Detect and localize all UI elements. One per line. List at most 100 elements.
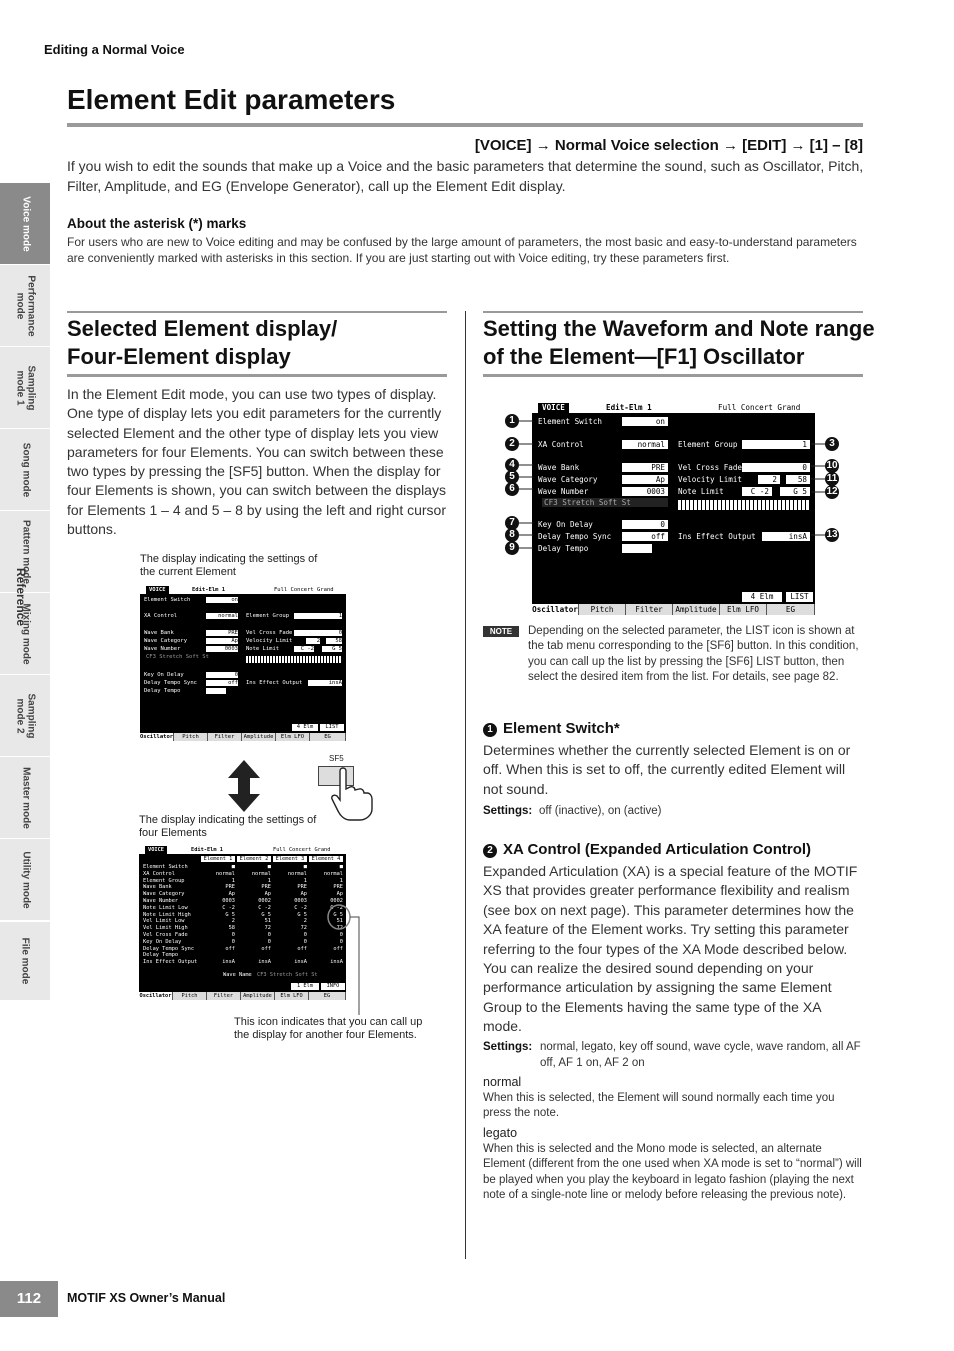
lcd-wave-name: CF3 Stretch Soft St [542, 498, 668, 507]
side-tab-label: Performance mode [15, 274, 37, 337]
page-number: 112 [0, 1281, 58, 1317]
lcd-f6-button: LIST [320, 724, 344, 731]
lcd-value: normal [622, 440, 668, 449]
caption-line: This icon indicates that you can call up [234, 1016, 423, 1028]
settings-xa-control: Settings: normal, legato, key off sound, … [483, 1039, 863, 1071]
callout-badge: 11 [825, 472, 839, 486]
side-tab-performance-mode[interactable]: Performance mode [0, 265, 50, 347]
lcd-label: Vel Cross Fade [678, 463, 743, 472]
lcd4-cell: 72 [300, 925, 307, 932]
lcd-tab: Amplitude [241, 992, 275, 1000]
lcd-keyboard-graphic [246, 656, 342, 663]
lcd-mode-label: VOICE [538, 403, 569, 413]
side-tab-sampling-mode-2[interactable]: Sampling mode 2 [0, 675, 50, 757]
lcd-value: C -2 [742, 487, 772, 496]
page-title: Element Edit parameters [67, 84, 396, 115]
lcd4-row-label: XA Control [143, 870, 175, 877]
lcd4-row-label: Vel Limit High [143, 925, 188, 932]
lcd-value: 1 [742, 440, 810, 449]
lcd-header: VOICE Edit-Elm 1 Full Concert Grand [532, 403, 815, 413]
section-title-line: Four-Element display [67, 344, 291, 369]
lcd4-row-label: Wave Category [143, 891, 185, 898]
lcd4-cell: ■ [339, 864, 343, 870]
caption-line: the display for another four Elements. [234, 1029, 417, 1041]
lcd4-cell: off [225, 945, 235, 952]
lcd-value: 58 [786, 475, 810, 484]
lcd-value: 0003 [622, 487, 668, 496]
side-tab-label: Sampling mode 1 [15, 364, 37, 411]
callout-badge: 6 [505, 482, 519, 496]
side-tab-file-mode[interactable]: File mode [0, 922, 50, 1000]
lcd-tab: Oscillator [140, 733, 174, 741]
side-tab-label: Song mode [20, 442, 32, 497]
lcd-voice-name: Full Concert Grand [718, 403, 801, 412]
lcd-tab: Elm LFO [720, 604, 767, 615]
lcd4-cell: PRE [333, 884, 343, 891]
lcd4-cell: 0 [303, 932, 307, 938]
reference-label: Reference [14, 567, 29, 627]
caption-line: The display indicating the settings of [140, 553, 318, 565]
lcd-tab-bar: Oscillator Pitch Filter Amplitude Elm LF… [139, 992, 346, 1000]
side-tab-voice-mode[interactable]: Voice mode [0, 183, 50, 265]
callout-badge: 12 [825, 485, 839, 499]
callout-leaders-left [519, 420, 533, 549]
lcd4-row-label: Delay Tempo Sync [143, 945, 195, 952]
lcd4-row-label: Vel Limit Low [143, 918, 185, 925]
lcd4-cell: insA [222, 959, 235, 966]
lcd4-row-label: Key On Delay [143, 938, 182, 945]
lcd-label: Element Switch [538, 417, 603, 426]
lcd-label: Velocity Limit [246, 638, 293, 644]
lcd-label: Wave Category [144, 638, 188, 644]
lcd4-cell: C -2 [222, 904, 235, 911]
note-icon: NOTE [483, 626, 519, 637]
lcd-value: off [622, 532, 668, 541]
lcd4-cell: 0 [231, 938, 235, 945]
lcd-label: Wave Number [538, 487, 589, 496]
lcd4-cell: PRE [297, 884, 307, 891]
lcd-value: C -2 [294, 646, 314, 652]
side-tab-song-mode[interactable]: Song mode [0, 429, 50, 511]
lcd-f5-button: 4 Elm [292, 724, 318, 731]
lcd-label: Wave Number [144, 646, 181, 652]
lcd-header: VOICE Edit-Elm 1 Full Concert Grand [139, 846, 346, 854]
lcd4-cell: insA [258, 959, 271, 966]
lcd4-row-label: Wave Bank [143, 884, 172, 891]
side-tab-master-mode[interactable]: Master mode [0, 757, 50, 839]
lcd-value: 1 [294, 613, 342, 619]
title-rule [67, 123, 863, 127]
lcd4-column-header: Element 2 [237, 856, 271, 862]
lcd-value: PRE [622, 463, 668, 472]
lcd-screen-label: Edit-Elm 1 [192, 587, 226, 593]
lcd-tab: Filter [208, 733, 242, 741]
lcd4-cell: off [261, 945, 271, 952]
side-tab-sampling-mode-1[interactable]: Sampling mode 1 [0, 347, 50, 429]
lcd4-cell: 1 [303, 877, 307, 884]
side-tab-label: Utility mode [20, 850, 32, 909]
lcd-wave-name: CF3 Stretch Soft St [146, 654, 209, 660]
lcd4-row-label: Delay Tempo [143, 952, 179, 959]
double-arrow-icon [228, 760, 260, 812]
lcd4-cell: normal [251, 870, 271, 877]
lcd-tab-bar: Oscillator Pitch Filter Amplitude Elm LF… [140, 733, 346, 741]
lcd-label: XA Control [144, 613, 178, 619]
lcd-tab: Pitch [579, 604, 626, 615]
lcd-label: Ins Effect Output [246, 680, 303, 686]
lcd-value: 2 [758, 475, 780, 484]
settings-values: normal, legato, key off sound, wave cycl… [540, 1041, 861, 1069]
lcd4-cell: G 5 [297, 911, 307, 918]
lcd-tab: Oscillator [139, 992, 173, 1000]
lcd-value: insA [308, 680, 342, 686]
lcd4-cell: 1 [339, 877, 343, 884]
lcd4-cell: 0002 [258, 898, 271, 904]
param-heading-element-switch: 1 Element Switch* [483, 720, 620, 737]
callout-badge: 1 [505, 414, 519, 428]
param-title: Element Switch* [503, 720, 620, 737]
side-tab-label: Voice mode [20, 195, 32, 252]
lcd-value: on [206, 597, 238, 603]
lcd-value [206, 688, 226, 694]
lcd-value: on [622, 417, 668, 426]
caption-more-elements-icon: This icon indicates that you can call up… [234, 1016, 422, 1042]
caption-current-element: The display indicating the settings of t… [140, 553, 317, 579]
side-tab-utility-mode[interactable]: Utility mode [0, 839, 50, 921]
lcd-value: 0 [206, 672, 238, 678]
